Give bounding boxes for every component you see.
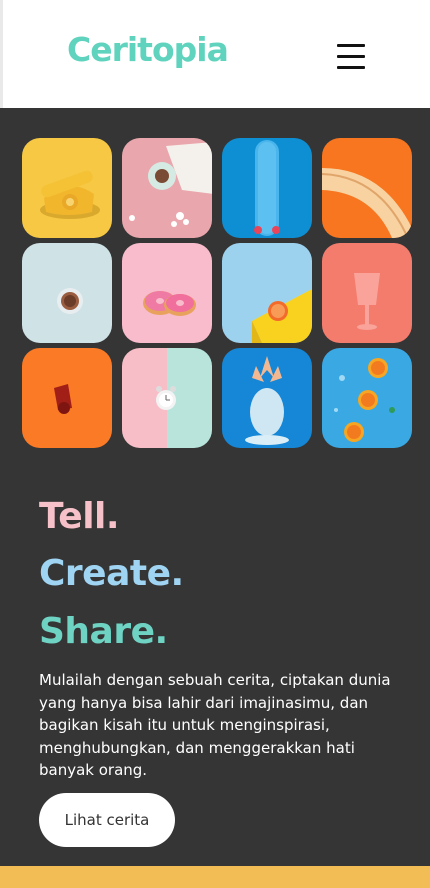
gallery-tile-orange-plate[interactable] — [322, 138, 412, 238]
hamburger-menu-icon[interactable] — [337, 44, 365, 70]
gallery-tile-pink-glass[interactable] — [322, 243, 412, 343]
menu-line — [337, 66, 365, 69]
gallery-tile-orange-object[interactable] — [22, 348, 112, 448]
gallery-tile-orange-block[interactable] — [222, 243, 312, 343]
gallery-tile-donuts[interactable] — [122, 243, 212, 343]
gallery-tile-coffee-sweater[interactable] — [122, 138, 212, 238]
view-stories-button[interactable]: Lihat cerita — [39, 793, 175, 847]
header-edge — [0, 0, 3, 108]
gallery-tile-skateboard[interactable] — [222, 138, 312, 238]
headline-tell: Tell. — [39, 496, 120, 537]
hero-description: Mulailah dengan sebuah cerita, ciptakan … — [39, 671, 391, 779]
footer-accent-bar — [0, 866, 430, 888]
gallery-tile-yellow-phone[interactable] — [22, 138, 112, 238]
menu-line — [337, 44, 365, 47]
headline-create: Create. — [39, 553, 184, 594]
headline-share: Share. — [39, 611, 168, 652]
hero-section: Tell. Create. Share. Mulailah dengan seb… — [0, 108, 430, 866]
site-header: Ceritopia — [0, 0, 430, 109]
site-logo[interactable]: Ceritopia — [67, 30, 229, 69]
menu-line — [337, 55, 365, 58]
gallery-tile-alarm-clock[interactable] — [122, 348, 212, 448]
gallery-tile-pineapple[interactable] — [222, 348, 312, 448]
gallery-tile-espresso[interactable] — [22, 243, 112, 343]
gallery-tile-orange-slices[interactable] — [322, 348, 412, 448]
